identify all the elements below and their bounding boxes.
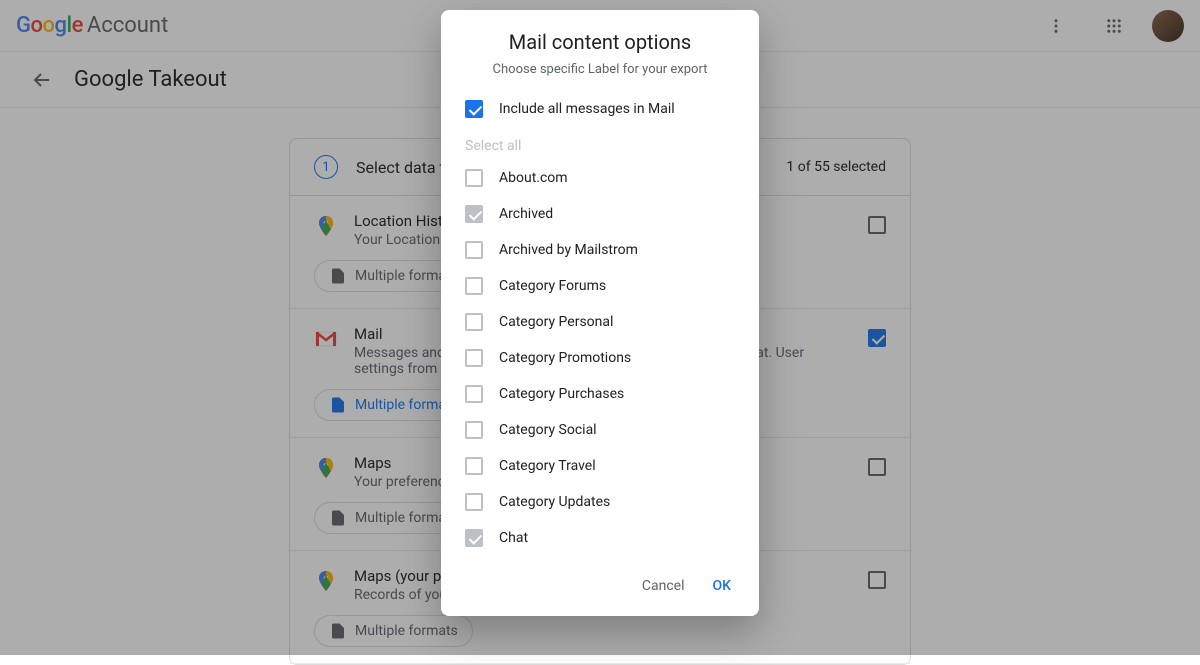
label-row: Category Social — [465, 412, 735, 448]
label-row: Chat — [465, 520, 735, 556]
label-row: Archived by Mailstrom — [465, 232, 735, 268]
label-text: Category Updates — [499, 494, 610, 510]
label-row: Category Promotions — [465, 340, 735, 376]
label-text: Category Promotions — [499, 350, 631, 366]
label-text: Category Purchases — [499, 386, 624, 402]
dialog-subtitle: Choose specific Label for your export — [441, 62, 759, 91]
label-checkbox[interactable] — [465, 277, 483, 295]
label-checkbox[interactable] — [465, 493, 483, 511]
label-row: Archived — [465, 196, 735, 232]
label-checkbox[interactable] — [465, 385, 483, 403]
dialog-actions: Cancel OK — [441, 556, 759, 616]
label-checkbox[interactable] — [465, 313, 483, 331]
mail-content-options-dialog: Mail content options Choose specific Lab… — [441, 10, 759, 616]
label-checkbox[interactable] — [465, 421, 483, 439]
select-all-row: Select all — [465, 127, 735, 160]
label-text: Category Personal — [499, 314, 613, 330]
label-row: Category Purchases — [465, 376, 735, 412]
label-text: About.com — [499, 170, 568, 186]
label-row: Category Personal — [465, 304, 735, 340]
label-text: Category Forums — [499, 278, 606, 294]
label-text: Archived — [499, 206, 553, 222]
include-all-row: Include all messages in Mail — [465, 91, 735, 127]
label-row: About.com — [465, 160, 735, 196]
label-checkbox[interactable] — [465, 241, 483, 259]
label-checkbox[interactable] — [465, 457, 483, 475]
label-text: Category Travel — [499, 458, 596, 474]
dialog-title: Mail content options — [441, 10, 759, 62]
label-checkbox[interactable] — [465, 169, 483, 187]
label-checkbox[interactable] — [465, 205, 483, 223]
cancel-button[interactable]: Cancel — [632, 570, 695, 602]
label-row: Category Forums — [465, 268, 735, 304]
include-all-label: Include all messages in Mail — [499, 101, 675, 117]
include-all-checkbox[interactable] — [465, 100, 483, 118]
label-row: Category Updates — [465, 484, 735, 520]
select-all-label[interactable]: Select all — [465, 138, 521, 154]
label-row: Category Travel — [465, 448, 735, 484]
ok-button[interactable]: OK — [703, 570, 742, 602]
label-text: Chat — [499, 530, 528, 546]
label-checkbox[interactable] — [465, 349, 483, 367]
dialog-body: Include all messages in Mail Select all … — [441, 91, 759, 556]
label-text: Archived by Mailstrom — [499, 242, 638, 258]
label-list: About.com Archived Archived by Mailstrom Ca… — [465, 160, 735, 556]
label-text: Category Social — [499, 422, 597, 438]
label-checkbox[interactable] — [465, 529, 483, 547]
